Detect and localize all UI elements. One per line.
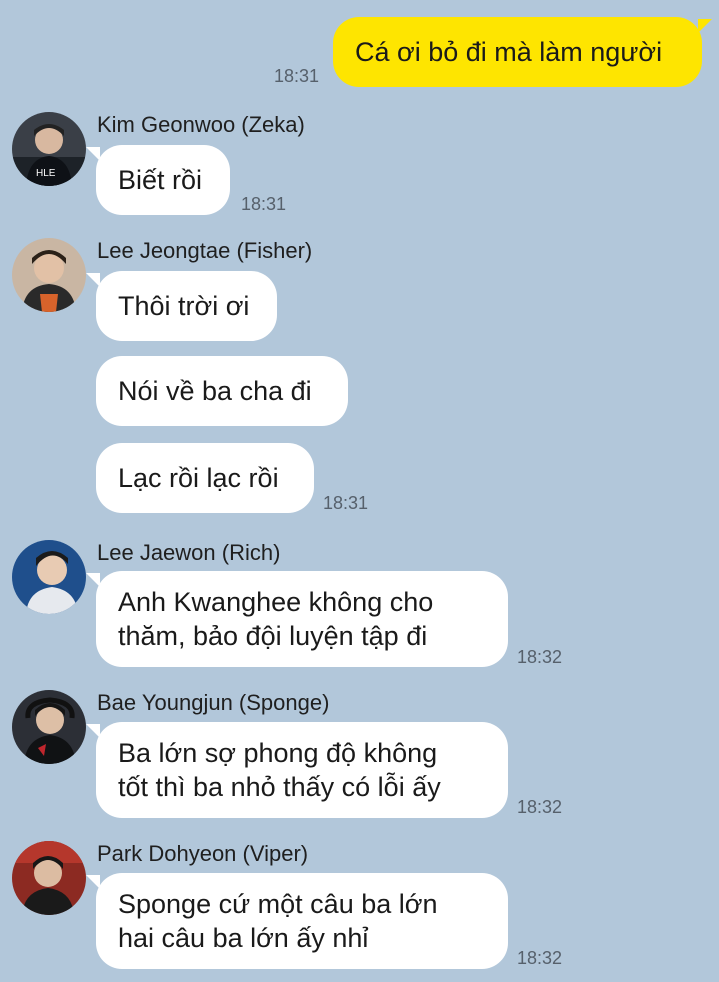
message-timestamp: 18:32 xyxy=(517,797,563,817)
avatar-viper[interactable] xyxy=(12,841,86,915)
sender-name: Bae Youngjun (Sponge) xyxy=(97,690,330,715)
outgoing-timestamp: 18:31 xyxy=(274,66,320,86)
incoming-message[interactable]: Biết rồi xyxy=(86,145,230,215)
svg-text:HLE: HLE xyxy=(36,168,56,179)
sender-name: Lee Jeongtae (Fisher) xyxy=(97,238,313,263)
message-timestamp: 18:32 xyxy=(517,647,563,667)
avatar-zeka[interactable]: HLE xyxy=(12,112,86,186)
incoming-message[interactable]: Lạc rồi lạc rồi xyxy=(96,443,314,513)
message-timestamp: 18:31 xyxy=(323,493,369,513)
message-timestamp: 18:31 xyxy=(241,194,287,214)
incoming-message[interactable]: Nói về ba cha đi xyxy=(96,356,348,426)
incoming-message[interactable]: Thôi trời ơi xyxy=(86,271,277,341)
incoming-message[interactable]: Anh Kwanghee không cho thăm, bảo đội luy… xyxy=(86,571,508,667)
message-timestamp: 18:32 xyxy=(517,948,563,968)
avatar-fisher[interactable] xyxy=(12,238,86,312)
outgoing-message[interactable]: Cá ơi bỏ đi mà làm người xyxy=(333,17,712,87)
avatar-rich[interactable] xyxy=(12,540,86,614)
incoming-message[interactable]: Ba lớn sợ phong độ không tốt thì ba nhỏ … xyxy=(86,722,508,818)
sender-name: Kim Geonwoo (Zeka) xyxy=(97,112,305,137)
avatar-sponge[interactable] xyxy=(12,690,86,764)
sender-name: Park Dohyeon (Viper) xyxy=(97,841,309,866)
chat-room: Cá ơi bỏ đi mà làm người 18:31 HLE Kim G… xyxy=(0,0,719,982)
sender-name: Lee Jaewon (Rich) xyxy=(97,540,281,565)
incoming-message[interactable]: Sponge cứ một câu ba lớn hai câu ba lớn … xyxy=(86,873,508,969)
